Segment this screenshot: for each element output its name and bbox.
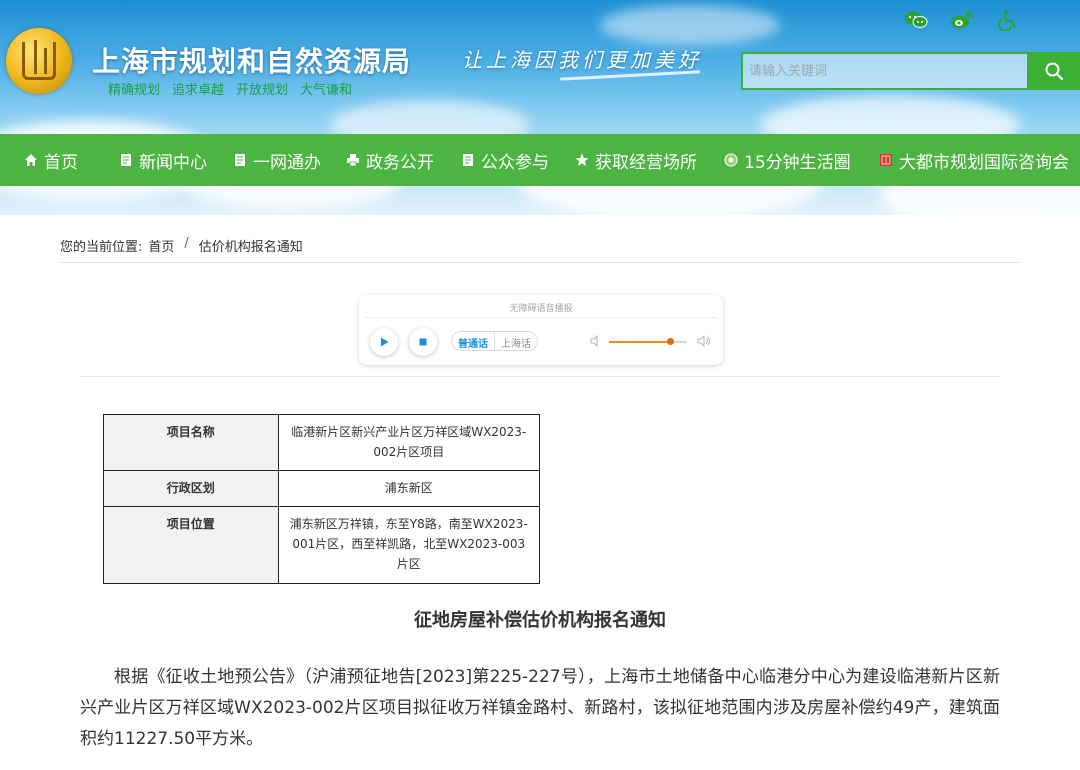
nav-label: 政务公开 <box>366 152 434 173</box>
nav-item-business-premises[interactable]: 获取经营场所 <box>575 134 697 186</box>
nav-label: 获取经营场所 <box>595 152 697 173</box>
nav-item-15min-life-circle[interactable]: 15分钟生活圈 <box>724 134 851 186</box>
project-info-table: 项目名称 临港新片区新兴产业片区万祥区域WX2023-002片区项目 行政区划 … <box>103 414 541 584</box>
accessibility-icon[interactable] <box>996 9 1020 31</box>
nav-item-one-net-service[interactable]: 一网通办 <box>233 134 321 186</box>
printer-icon <box>346 153 360 167</box>
motto-calligraphy: 让上海因我们更加美好 <box>462 48 702 72</box>
search-button[interactable] <box>1027 52 1080 90</box>
nav-label: 一网通办 <box>253 152 321 173</box>
slogan-row: 精确规划 追求卓越 开放规划 大气谦和 <box>108 79 352 98</box>
nav-label: 15分钟生活圈 <box>744 152 851 173</box>
star-icon <box>575 153 589 167</box>
nav-label: 大都市规划国际咨询会 <box>899 152 1069 173</box>
document-icon <box>461 153 475 167</box>
table-value-cell: 临港新片区新兴产业片区万祥区域WX2023-002片区项目 <box>277 414 541 471</box>
table-row: 行政区划 浦东新区 <box>103 470 541 507</box>
player-title: 无障碍语音播报 <box>509 304 573 314</box>
cloud-decoration <box>600 5 780 45</box>
site-title[interactable]: 上海市规划和自然资源局 <box>92 40 411 80</box>
content-divider <box>80 376 1000 377</box>
breadcrumb-divider <box>60 262 1020 263</box>
bureau-logo[interactable] <box>6 28 72 94</box>
table-value-cell: 浦东新区 <box>277 470 541 507</box>
home-icon <box>24 153 38 167</box>
table-label-cell: 项目位置 <box>103 506 279 584</box>
table-label-cell: 行政区划 <box>103 470 279 507</box>
document-icon <box>119 153 133 167</box>
document-icon <box>233 153 247 167</box>
volume-down-icon[interactable] <box>589 334 603 348</box>
nav-item-gov-affairs[interactable]: 政务公开 <box>346 134 434 186</box>
volume-slider-handle[interactable] <box>667 338 674 345</box>
lang-mandarin-option[interactable]: 普通话 <box>452 332 494 350</box>
breadcrumb-prefix: 您的当前位置: <box>60 240 143 255</box>
main-nav: 首页 新闻中心 一网通办 政务公开 公众参与 获取经营场所 15分钟生活圈 大都… <box>0 134 1080 186</box>
seal-icon <box>879 153 893 167</box>
search-icon <box>1045 62 1063 81</box>
stop-icon <box>419 338 427 346</box>
article-title: 征地房屋补偿估价机构报名通知 <box>414 610 666 631</box>
circle-logo-icon <box>724 153 738 167</box>
table-label-cell: 项目名称 <box>103 414 279 471</box>
breadcrumb: 您的当前位置: 首页 / 估价机构报名通知 <box>60 236 303 255</box>
stop-button[interactable] <box>409 328 437 356</box>
slogan-text: 精确规划 <box>108 83 161 98</box>
nav-item-home[interactable]: 首页 <box>24 134 78 186</box>
play-button[interactable] <box>370 328 398 356</box>
nav-label: 首页 <box>44 152 78 173</box>
nav-item-news[interactable]: 新闻中心 <box>119 134 207 186</box>
volume-slider-fill <box>609 341 670 343</box>
wechat-icon[interactable] <box>904 9 928 31</box>
top-icon-bar <box>904 9 1020 31</box>
weibo-icon[interactable] <box>950 9 974 31</box>
player-divider <box>365 317 717 318</box>
search-box <box>741 52 1029 90</box>
slogan-text: 开放规划 <box>236 83 289 98</box>
breadcrumb-current: 估价机构报名通知 <box>198 240 303 255</box>
nav-item-public-participation[interactable]: 公众参与 <box>461 134 549 186</box>
volume-up-icon[interactable] <box>697 334 711 348</box>
slogan-text: 大气谦和 <box>300 83 353 98</box>
breadcrumb-home-link[interactable]: 首页 <box>148 236 174 255</box>
search-input[interactable] <box>749 58 1025 84</box>
nav-label: 新闻中心 <box>139 152 207 173</box>
nav-label: 公众参与 <box>481 152 549 173</box>
breadcrumb-separator: / <box>184 236 189 251</box>
table-row: 项目名称 临港新片区新兴产业片区万祥区域WX2023-002片区项目 <box>103 414 541 471</box>
slogan-text: 追求卓越 <box>172 83 225 98</box>
article-body: 根据《征收土地预公告》（沪浦预征地告[2023]第225-227号），上海市土地… <box>80 667 1000 749</box>
language-toggle: 普通话 上海话 <box>451 331 538 351</box>
nav-item-intl-planning-consultation[interactable]: 大都市规划国际咨询会 <box>879 134 1069 186</box>
table-row: 项目位置 浦东新区万祥镇，东至Y8路，南至WX2023-001片区，西至祥凯路，… <box>103 506 541 584</box>
table-value-cell: 浦东新区万祥镇，东至Y8路，南至WX2023-001片区，西至祥凯路，北至WX2… <box>277 506 541 584</box>
lang-shanghainese-option[interactable]: 上海话 <box>494 332 537 350</box>
play-icon <box>381 337 389 347</box>
